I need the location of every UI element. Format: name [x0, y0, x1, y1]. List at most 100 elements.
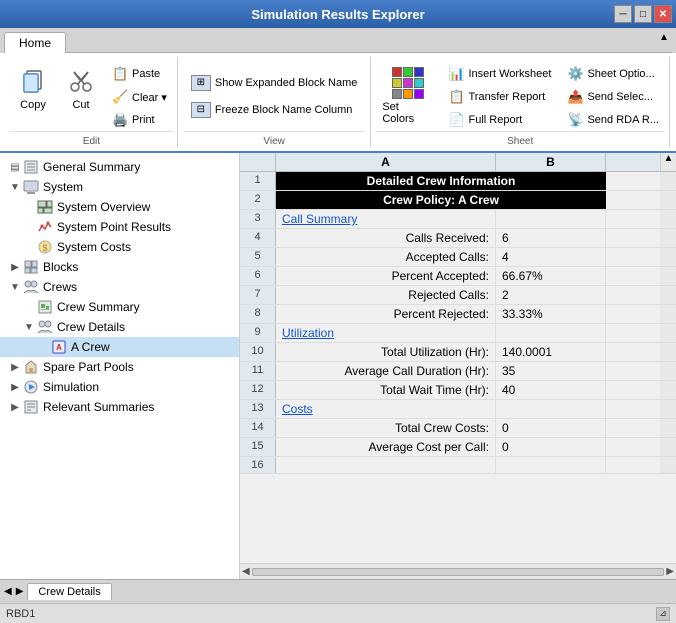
- cell-16-a: [276, 457, 496, 473]
- tab-scroll-left[interactable]: ◀: [4, 586, 12, 597]
- scroll-col-2: [660, 191, 676, 209]
- sidebar-item-general-summary[interactable]: ▤ General Summary: [0, 157, 239, 177]
- cell-4-spacer: [606, 229, 660, 247]
- sidebar-item-crew-details[interactable]: ▼ Crew Details: [0, 317, 239, 337]
- cell-3-a: Call Summary: [276, 210, 496, 228]
- cell-12-b: 40: [496, 381, 606, 399]
- scroll-col-15: [660, 438, 676, 456]
- cell-15-b: 0: [496, 438, 606, 456]
- color-cell-1: [392, 67, 402, 77]
- scroll-col-8: [660, 305, 676, 323]
- freeze-block-btn[interactable]: ⊟ Freeze Block Name Column: [184, 98, 364, 122]
- bottom-tab-crew-details[interactable]: Crew Details: [27, 583, 111, 600]
- sidebar-item-crews[interactable]: ▼ Crews: [0, 277, 239, 297]
- cell-11-a: Average Call Duration (Hr):: [276, 362, 496, 380]
- cell-7-a: Rejected Calls:: [276, 286, 496, 304]
- scroll-up-arrow[interactable]: ▲: [660, 153, 676, 171]
- cell-7-b: 2: [496, 286, 606, 304]
- resize-grip[interactable]: ⊿: [656, 607, 670, 621]
- expand-blocks: ▶: [8, 262, 22, 273]
- row-3-num: 3: [240, 210, 276, 228]
- row-11-num: 11: [240, 362, 276, 380]
- system-icon: [22, 179, 40, 195]
- set-colors-button[interactable]: Set Colors: [375, 61, 438, 129]
- window-controls: ─ □ ✕: [614, 5, 672, 23]
- send-rda-btn[interactable]: 📡 Send RDA R...: [561, 109, 665, 131]
- crews-icon: [22, 279, 40, 295]
- sidebar-item-crew-summary[interactable]: Crew Summary: [0, 297, 239, 317]
- close-button[interactable]: ✕: [654, 5, 672, 23]
- blocks-label: Blocks: [43, 260, 78, 274]
- full-report-btn[interactable]: 📄 Full Report: [443, 109, 558, 131]
- sidebar-item-relevant-summaries[interactable]: ▶ Relevant Summaries: [0, 397, 239, 417]
- row-8-num: 8: [240, 305, 276, 323]
- utilization-link[interactable]: Utilization: [282, 326, 334, 340]
- tab-home[interactable]: Home: [4, 32, 66, 53]
- cell-14-b: 0: [496, 419, 606, 437]
- expand-simulation: ▶: [8, 382, 22, 393]
- show-expanded-btn[interactable]: ⊞ Show Expanded Block Name: [184, 71, 364, 95]
- scroll-col-11: [660, 362, 676, 380]
- copy-icon: [19, 67, 47, 95]
- minimize-button[interactable]: ─: [614, 5, 632, 23]
- clear-button[interactable]: 🧹 Clear ▾: [106, 86, 173, 108]
- cell-10-b: 140.0001: [496, 343, 606, 361]
- table-row: 3 Call Summary: [240, 210, 676, 229]
- scroll-col-12: [660, 381, 676, 399]
- table-row: 4 Calls Received: 6: [240, 229, 676, 248]
- table-row: 1 Detailed Crew Information: [240, 172, 676, 191]
- paste-button[interactable]: 📋 Paste: [106, 63, 173, 85]
- table-row: 14 Total Crew Costs: 0: [240, 419, 676, 438]
- cell-9-b: [496, 324, 606, 342]
- insert-worksheet-btn[interactable]: 📊 Insert Worksheet: [443, 63, 558, 85]
- send-selected-btn[interactable]: 📤 Send Selec...: [561, 86, 665, 108]
- sidebar-item-spare-part-pools[interactable]: ▶ Spare Part Pools: [0, 357, 239, 377]
- tab-scroll-right[interactable]: ▶: [16, 586, 24, 597]
- cut-button[interactable]: Cut: [58, 61, 104, 115]
- ribbon-pin[interactable]: ▲: [656, 32, 672, 53]
- svg-text:A: A: [56, 343, 62, 352]
- sidebar-item-simulation[interactable]: ▶ Simulation: [0, 377, 239, 397]
- col-header-spacer: [606, 153, 660, 171]
- cell-8-spacer: [606, 305, 660, 323]
- row-7-num: 7: [240, 286, 276, 304]
- insert-worksheet-icon: 📊: [449, 66, 465, 82]
- print-button[interactable]: 🖨️ Print: [106, 109, 173, 131]
- sidebar-item-blocks[interactable]: ▶ Blocks: [0, 257, 239, 277]
- paste-icon: 📋: [112, 66, 128, 82]
- scroll-left-btn[interactable]: ◀: [242, 566, 250, 577]
- general-summary-icon: [22, 159, 40, 175]
- costs-link[interactable]: Costs: [282, 402, 313, 416]
- maximize-button[interactable]: □: [634, 5, 652, 23]
- cell-8-b: 33.33%: [496, 305, 606, 323]
- transfer-report-icon: 📋: [449, 89, 465, 105]
- title-bar: Simulation Results Explorer ─ □ ✕: [0, 0, 676, 28]
- simulation-icon: [22, 379, 40, 395]
- sidebar-item-system[interactable]: ▼ System: [0, 177, 239, 197]
- blocks-icon: [22, 259, 40, 275]
- transfer-report-btn[interactable]: 📋 Transfer Report: [443, 86, 558, 108]
- sidebar-item-system-point-results[interactable]: System Point Results: [0, 217, 239, 237]
- sidebar-item-a-crew[interactable]: A A Crew: [0, 337, 239, 357]
- row-14-num: 14: [240, 419, 276, 437]
- sidebar-item-system-costs[interactable]: $ System Costs: [0, 237, 239, 257]
- cell-14-spacer: [606, 419, 660, 437]
- sheet-options-btn[interactable]: ⚙️ Sheet Optio...: [561, 63, 665, 85]
- print-icon: 🖨️: [112, 112, 128, 128]
- copy-button[interactable]: Copy: [10, 61, 56, 115]
- scroll-col-6: [660, 267, 676, 285]
- h-scroll-thumb[interactable]: [252, 568, 665, 576]
- sidebar-item-system-overview[interactable]: System Overview: [0, 197, 239, 217]
- edit-small-group: 📋 Paste 🧹 Clear ▾ 🖨️ Print: [106, 61, 173, 131]
- scroll-right-btn[interactable]: ▶: [666, 566, 674, 577]
- full-report-icon: 📄: [449, 112, 465, 128]
- crew-details-label: Crew Details: [57, 320, 125, 334]
- scroll-col-16: [660, 457, 676, 473]
- call-summary-link[interactable]: Call Summary: [282, 212, 357, 226]
- freeze-icon: ⊟: [191, 102, 211, 118]
- cell-6-a: Percent Accepted:: [276, 267, 496, 285]
- clear-icon: 🧹: [112, 89, 128, 105]
- color-cell-2: [403, 67, 413, 77]
- table-row: 2 Crew Policy: A Crew: [240, 191, 676, 210]
- color-cell-4: [392, 78, 402, 88]
